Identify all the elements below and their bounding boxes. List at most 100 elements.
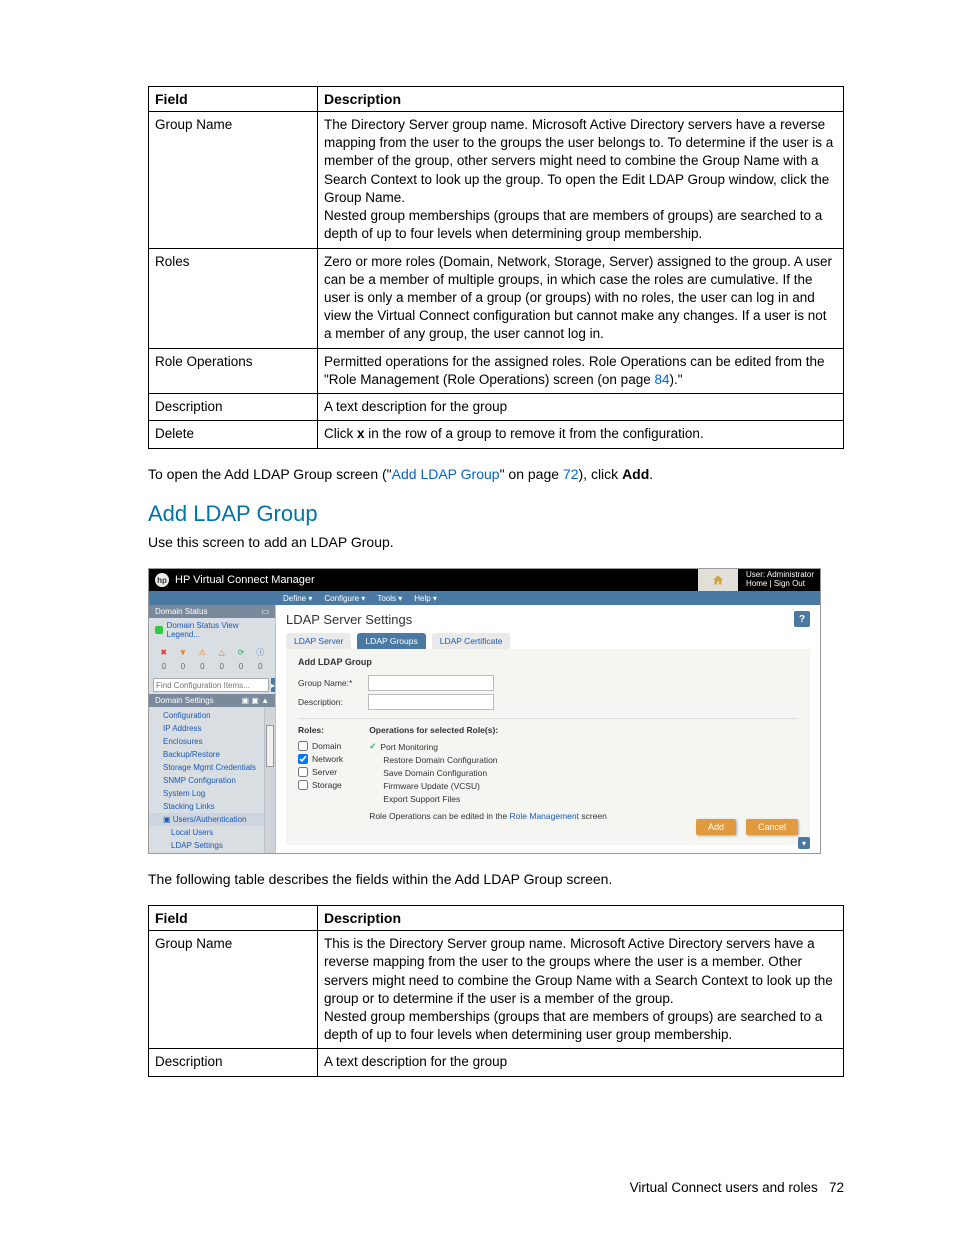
titlebar: hp HP Virtual Connect Manager User: Admi… (149, 569, 820, 591)
field-cell: Delete (149, 421, 318, 448)
desc-cell: The Directory Server group name. Microso… (318, 112, 844, 249)
sidebar-item[interactable]: ▣ Users/Authentication (149, 813, 264, 826)
sidebar-item[interactable]: Stacking Links (149, 800, 264, 813)
filter-icon[interactable]: ▼ (174, 646, 191, 658)
home-signout-links[interactable]: Home | Sign Out (746, 580, 814, 589)
form-panel: Add LDAP Group Group Name:* Description:… (286, 649, 810, 845)
ops-header: Operations for selected Role(s): (369, 725, 607, 735)
field-cell: Roles (149, 248, 318, 348)
table-row: DescriptionA text description for the gr… (149, 394, 844, 421)
status-icon-grid: ✖ ▼ ⚠ △ ⟳ ⓘ 000000 (149, 642, 275, 676)
sidebar-item[interactable]: Backup/Restore (149, 748, 264, 761)
warning-icon[interactable]: ⚠ (194, 646, 211, 658)
sidebar-item[interactable]: Configuration (149, 709, 264, 722)
sidebar-tree: ConfigurationIP AddressEnclosuresBackup/… (149, 707, 264, 853)
caution-icon[interactable]: △ (213, 646, 230, 658)
sidebar-item[interactable]: Local Users (149, 826, 264, 839)
sidebar-item[interactable]: LDAP Settings (149, 839, 264, 852)
table1-header-field: Field (149, 87, 318, 112)
page-72-link[interactable]: 72 (563, 466, 579, 482)
desc-cell: A text description for the group (318, 394, 844, 421)
field-cell: Description (149, 394, 318, 421)
table1-header-desc: Description (318, 87, 844, 112)
tab-strip: LDAP Server LDAP Groups LDAP Certificate (276, 633, 820, 649)
desc-cell: Zero or more roles (Domain, Network, Sto… (318, 248, 844, 348)
sidebar-item[interactable]: Storage Mgmt Credentials (149, 761, 264, 774)
find-go-button[interactable]: ▸ (271, 678, 275, 692)
refresh-icon[interactable]: ⟳ (232, 646, 249, 658)
sidebar-item[interactable]: System Log (149, 787, 264, 800)
desc-cell: Permitted operations for the assigned ro… (318, 348, 844, 393)
field-description-table-2: Field Description Group NameThis is the … (148, 905, 844, 1077)
table-row: RolesZero or more roles (Domain, Network… (149, 248, 844, 348)
role-ops-note: Role Operations can be edited in the Rol… (369, 811, 607, 821)
group-name-input[interactable] (368, 675, 494, 691)
operation-item: Save Domain Configuration (369, 768, 607, 778)
app-title: HP Virtual Connect Manager (175, 574, 315, 586)
sidebar-scrollbar[interactable] (264, 707, 275, 853)
main-panel: LDAP Server Settings ? LDAP Server LDAP G… (276, 605, 820, 853)
operation-item: ✓Port Monitoring (369, 741, 607, 752)
users-icon: ▣ (163, 815, 173, 824)
info-icon[interactable]: ⓘ (252, 646, 269, 658)
table2-header-desc: Description (318, 906, 844, 931)
use-screen-para: Use this screen to add an LDAP Group. (148, 533, 844, 552)
add-ldap-group-link[interactable]: Add LDAP Group (392, 466, 500, 482)
role-domain[interactable]: Domain (298, 741, 343, 751)
tab-ldap-server[interactable]: LDAP Server (286, 633, 351, 649)
home-icon[interactable] (698, 569, 738, 591)
menu-define[interactable]: Define ▾ (283, 594, 312, 603)
group-name-label: Group Name:* (298, 678, 368, 688)
role-network[interactable]: Network (298, 754, 343, 764)
tab-ldap-groups[interactable]: LDAP Groups (357, 633, 425, 649)
table-row: Group NameThe Directory Server group nam… (149, 112, 844, 249)
table-row: Group NameThis is the Directory Server g… (149, 931, 844, 1049)
operation-item: Restore Domain Configuration (369, 755, 607, 765)
operation-item: Firmware Update (VCSU) (369, 781, 607, 791)
role-checkbox[interactable] (298, 767, 308, 777)
menu-tools[interactable]: Tools ▾ (377, 594, 402, 603)
help-button[interactable]: ? (794, 611, 810, 627)
table-row: DeleteClick x in the row of a group to r… (149, 421, 844, 448)
desc-cell: Click x in the row of a group to remove … (318, 421, 844, 448)
vcm-screenshot: hp HP Virtual Connect Manager User: Admi… (148, 568, 821, 854)
table2-header-field: Field (149, 906, 318, 931)
desc-cell: This is the Directory Server group name.… (318, 931, 844, 1049)
role-checkbox[interactable] (298, 741, 308, 751)
field-cell: Description (149, 1049, 318, 1076)
table-row: Role OperationsPermitted operations for … (149, 348, 844, 393)
hp-logo-icon: hp (155, 573, 169, 587)
role-checkbox[interactable] (298, 780, 308, 790)
sidebar-item[interactable]: SNMP Configuration (149, 774, 264, 787)
sidebar-item[interactable]: Enclosures (149, 735, 264, 748)
domain-status-link[interactable]: Domain Status View Legend... (149, 618, 275, 642)
table2-intro-para: The following table describes the fields… (148, 870, 844, 889)
role-storage[interactable]: Storage (298, 780, 343, 790)
domain-status-header[interactable]: Domain Status▭ (149, 605, 275, 618)
tab-ldap-certificate[interactable]: LDAP Certificate (432, 633, 511, 649)
field-cell: Role Operations (149, 348, 318, 393)
role-server[interactable]: Server (298, 767, 343, 777)
cancel-button[interactable]: Cancel (746, 819, 798, 835)
role-checkbox[interactable] (298, 754, 308, 764)
sidebar-item[interactable]: Radius Settings (149, 852, 264, 853)
field-cell: Group Name (149, 931, 318, 1049)
menu-configure[interactable]: Configure ▾ (324, 594, 365, 603)
main-title: LDAP Server Settings (286, 612, 412, 627)
page-84-link[interactable]: 84 (654, 372, 669, 387)
checkmark-icon: ✓ (369, 741, 376, 752)
panel-title: Add LDAP Group (298, 657, 798, 667)
description-label: Description: (298, 697, 368, 707)
add-button[interactable]: Add (696, 819, 736, 835)
domain-settings-header[interactable]: Domain Settings▣ ▣ ▲ (149, 694, 275, 707)
error-icon[interactable]: ✖ (155, 646, 172, 658)
scroll-down-icon[interactable]: ▾ (798, 837, 810, 849)
role-management-link[interactable]: Role Management (510, 811, 579, 821)
table-row: DescriptionA text description for the gr… (149, 1049, 844, 1076)
menu-help[interactable]: Help ▾ (414, 594, 437, 603)
sidebar-item[interactable]: IP Address (149, 722, 264, 735)
menubar: Define ▾ Configure ▾ Tools ▾ Help ▾ (149, 591, 820, 605)
field-description-table-1: Field Description Group NameThe Director… (148, 86, 844, 449)
description-input[interactable] (368, 694, 494, 710)
find-config-input[interactable] (153, 678, 269, 692)
